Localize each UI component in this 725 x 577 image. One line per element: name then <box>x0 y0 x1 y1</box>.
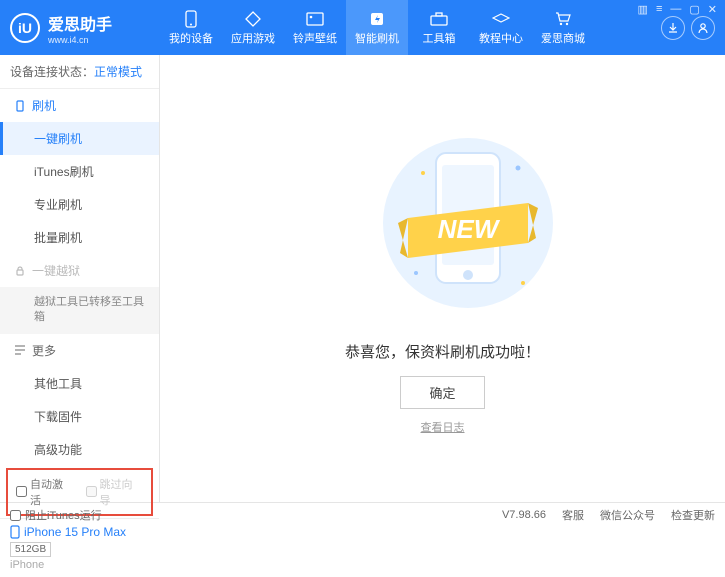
logo-icon: iU <box>10 13 40 43</box>
cart-icon <box>554 10 572 28</box>
sidebar-item-pro-flash[interactable]: 专业刷机 <box>0 188 159 221</box>
section-flash[interactable]: 刷机 <box>0 89 159 122</box>
phone-icon <box>182 10 200 28</box>
sidebar-item-download-fw[interactable]: 下载固件 <box>0 400 159 433</box>
user-button[interactable] <box>691 16 715 40</box>
connection-status: 设备连接状态：正常模式 <box>0 55 159 89</box>
toolbox-icon <box>430 10 448 28</box>
ok-button[interactable]: 确定 <box>400 376 484 409</box>
nav-my-device[interactable]: 我的设备 <box>160 0 222 55</box>
download-button[interactable] <box>661 16 685 40</box>
svg-text:NEW: NEW <box>437 214 500 244</box>
menu-icon[interactable]: ▥ <box>638 3 648 16</box>
top-nav: 我的设备 应用游戏 铃声壁纸 智能刷机 工具箱 教程中心 爱思商城 <box>160 0 661 55</box>
auto-activate-checkbox[interactable]: 自动激活 <box>16 476 74 508</box>
section-jailbreak: 一键越狱 <box>0 254 159 287</box>
sidebar: 设备连接状态：正常模式 刷机 一键刷机 iTunes刷机 专业刷机 批量刷机 一… <box>0 55 160 502</box>
app-url: www.i4.cn <box>48 35 112 45</box>
sidebar-item-advanced[interactable]: 高级功能 <box>0 433 159 466</box>
block-itunes-checkbox[interactable]: 阻止iTunes运行 <box>10 507 102 523</box>
support-link[interactable]: 客服 <box>562 507 584 523</box>
sidebar-item-batch-flash[interactable]: 批量刷机 <box>0 221 159 254</box>
view-log-link[interactable]: 查看日志 <box>421 419 465 435</box>
success-message: 恭喜您，保资料刷机成功啦！ <box>345 341 540 362</box>
phone-small-icon <box>14 100 26 112</box>
maximize-icon[interactable]: ▢ <box>689 3 699 16</box>
check-update-link[interactable]: 检查更新 <box>671 507 715 523</box>
flash-icon <box>368 10 386 28</box>
nav-store[interactable]: 爱思商城 <box>532 0 594 55</box>
app-name: 爱思助手 <box>48 11 112 35</box>
sidebar-item-other-tools[interactable]: 其他工具 <box>0 367 159 400</box>
main-content: NEW 恭喜您，保资料刷机成功啦！ 确定 查看日志 <box>160 55 725 502</box>
nav-apps[interactable]: 应用游戏 <box>222 0 284 55</box>
section-more[interactable]: 更多 <box>0 334 159 367</box>
minimize-icon[interactable]: — <box>670 3 681 16</box>
nav-ringtone[interactable]: 铃声壁纸 <box>284 0 346 55</box>
nav-tutorial[interactable]: 教程中心 <box>470 0 532 55</box>
nav-smart-flash[interactable]: 智能刷机 <box>346 0 408 55</box>
sidebar-item-itunes-flash[interactable]: iTunes刷机 <box>0 155 159 188</box>
graduation-icon <box>492 10 510 28</box>
wechat-link[interactable]: 微信公众号 <box>600 507 655 523</box>
skip-guide-checkbox[interactable]: 跳过向导 <box>86 476 144 508</box>
app-logo: iU 爱思助手 www.i4.cn <box>10 11 160 45</box>
settings-icon[interactable]: ≡ <box>656 3 662 16</box>
close-icon[interactable]: ✕ <box>708 3 717 16</box>
device-type: iPhone <box>10 559 149 571</box>
success-illustration: NEW <box>378 123 508 323</box>
lock-icon <box>14 265 26 277</box>
image-icon <box>306 10 324 28</box>
version-label: V7.98.66 <box>502 509 546 521</box>
storage-badge: 512GB <box>10 542 51 557</box>
apps-icon <box>244 10 262 28</box>
header: iU 爱思助手 www.i4.cn 我的设备 应用游戏 铃声壁纸 智能刷机 工具… <box>0 0 725 55</box>
jailbreak-note: 越狱工具已转移至工具箱 <box>0 287 159 334</box>
nav-toolbox[interactable]: 工具箱 <box>408 0 470 55</box>
more-icon <box>14 345 26 355</box>
sidebar-item-oneclick-flash[interactable]: 一键刷机 <box>0 122 159 155</box>
